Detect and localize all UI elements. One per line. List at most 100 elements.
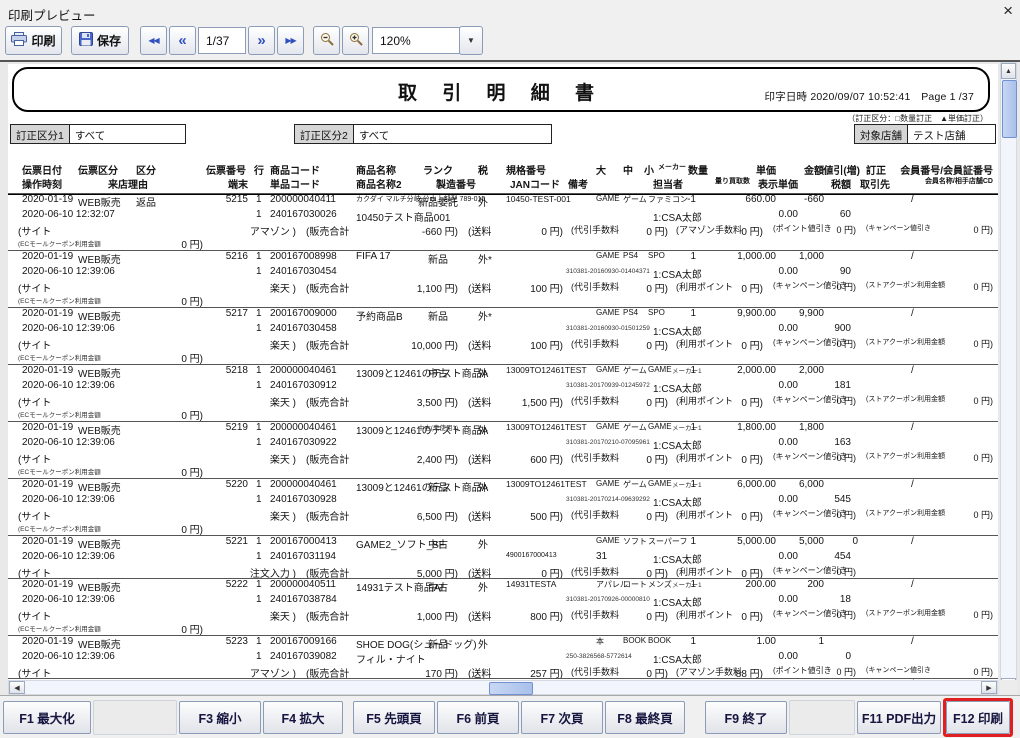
table-cell: メーカー1 <box>672 479 702 489</box>
correction-legend: （訂正区分：□数量訂正 ▲単価訂正） <box>847 113 988 124</box>
table-cell: 2020-06-10 12:39:06 <box>22 323 115 334</box>
table-cell: 0 円) <box>181 521 203 536</box>
print-button[interactable]: 印刷 <box>5 26 62 55</box>
table-cell: 1 <box>690 251 696 262</box>
table-cell: (ストアクーポン利用金額 <box>866 451 945 461</box>
table-cell: 163 <box>834 437 851 448</box>
horizontal-scrollbar[interactable]: ◀ ▶ <box>8 680 998 695</box>
table-cell: フィル・ナイト <box>356 651 426 666</box>
table-cell: 900 <box>834 323 851 334</box>
vertical-scrollbar[interactable]: ▲ ▼ <box>1000 62 1017 695</box>
table-cell: ファミコン <box>648 194 688 205</box>
f1-maximize-button[interactable]: F1 最大化 <box>3 701 91 734</box>
table-cell: 0 円) <box>646 280 668 295</box>
horizontal-scrollbar-thumb[interactable] <box>489 682 533 695</box>
last-page-icon: ▶▶ <box>285 36 295 45</box>
table-cell: 1 <box>256 437 262 448</box>
table-cell: 1 <box>256 536 262 547</box>
f9-exit-button[interactable]: F9 終了 <box>705 701 787 734</box>
table-cell: 1:CSA太郎 <box>653 494 702 509</box>
prev-page-button[interactable]: « <box>169 26 196 55</box>
table-cell: 新品 <box>406 251 470 266</box>
close-icon[interactable]: × <box>1003 1 1013 21</box>
table-cell: 0 円) <box>741 608 763 623</box>
table-cell: 1,100 円) <box>417 280 458 295</box>
table-cell: 2020-01-19 <box>22 251 73 262</box>
table-cell: 0 円) <box>973 280 993 293</box>
table-cell: アマゾン ) <box>250 223 296 238</box>
table-cell: 5217 <box>226 308 248 319</box>
table-cell: メンズ <box>648 579 672 590</box>
f4-zoom-in-button[interactable]: F4 拡大 <box>263 701 343 734</box>
f11-pdf-output-button[interactable]: F11 PDF出力 <box>857 701 941 734</box>
scroll-left-arrow-icon[interactable]: ◀ <box>9 681 25 694</box>
transaction-group: 2020-01-19WEB販売5218120000004046113009と12… <box>8 364 998 421</box>
save-button[interactable]: 保存 <box>71 26 129 55</box>
f6-prev-page-button[interactable]: F6 前頁 <box>437 701 519 734</box>
table-cell: PS4 <box>623 308 638 317</box>
table-cell: 1:CSA太郎 <box>653 380 702 395</box>
chevron-down-icon: ▼ <box>467 36 475 45</box>
column-header: 商品名称 <box>356 162 396 177</box>
table-cell: BOOK <box>648 636 671 645</box>
table-cell: -660 円) <box>422 223 458 238</box>
column-header: 端末 <box>228 176 248 191</box>
next-page-button[interactable]: » <box>248 26 275 55</box>
f7-next-page-button[interactable]: F7 次頁 <box>521 701 603 734</box>
zoom-out-button[interactable] <box>313 26 340 55</box>
table-cell: 200000040461 <box>270 422 337 433</box>
table-cell: 外* <box>478 308 492 323</box>
f3-zoom-out-button[interactable]: F3 縮小 <box>179 701 261 734</box>
table-cell: 0 円) <box>181 293 203 308</box>
table-cell: 新品委託 <box>406 194 470 209</box>
vertical-scrollbar-thumb[interactable] <box>1002 80 1017 138</box>
filter-label: 訂正区分1 <box>11 125 70 143</box>
table-cell: (ポイント値引き <box>773 223 832 234</box>
table-cell: (ECモールクーポン利用金額 <box>18 466 101 476</box>
table-cell: / <box>911 308 914 319</box>
column-header: 担当者 <box>653 176 683 191</box>
table-cell: 1 <box>690 536 696 547</box>
column-header: 行 <box>254 162 264 177</box>
table-cell: 2020-01-19 <box>22 422 73 433</box>
scroll-up-arrow-icon[interactable]: ▲ <box>1001 63 1016 79</box>
zoom-in-button[interactable] <box>342 26 369 55</box>
table-cell: 楽天 ) <box>270 508 296 523</box>
last-page-button[interactable]: ▶▶ <box>277 26 304 55</box>
scroll-right-arrow-icon[interactable]: ▶ <box>981 681 997 694</box>
table-cell: (利用ポイント <box>676 394 733 407</box>
table-cell: 0 円) <box>646 394 668 409</box>
table-cell: 310381-20160930-01501259 <box>566 325 650 332</box>
f8-last-page-button[interactable]: F8 最終頁 <box>605 701 685 734</box>
table-cell: 240167030026 <box>270 209 337 220</box>
column-header: 規格番号 <box>506 162 546 177</box>
table-cell: 新品 <box>406 308 470 323</box>
column-header: JANコード <box>510 176 560 191</box>
table-cell: 0 円) <box>741 337 763 352</box>
table-cell: (ECモールクーポン利用金額 <box>18 623 101 633</box>
transaction-group: 2020-01-19WEB販売返品52151200000040411カクダイ マ… <box>8 193 998 250</box>
zoom-level-field[interactable]: 120% <box>372 27 460 54</box>
zoom-dropdown-button[interactable]: ▼ <box>459 26 483 55</box>
table-cell: 0 円) <box>836 394 856 407</box>
table-cell: / <box>911 422 914 433</box>
table-cell: 310381-20170939-01245972 <box>566 382 650 389</box>
table-cell: GAME <box>596 479 620 488</box>
table-cell: 1 <box>256 579 262 590</box>
page-indicator-field[interactable]: 1/37 <box>198 27 246 54</box>
magnifier-plus-icon <box>349 32 363 49</box>
column-header: 税額 <box>831 176 851 191</box>
f5-first-page-button[interactable]: F5 先頭頁 <box>353 701 435 734</box>
table-cell: 2020-01-19 <box>22 636 73 647</box>
table-cell: ゲーム <box>623 422 647 433</box>
first-page-button[interactable]: ◀◀ <box>140 26 167 55</box>
table-cell: 200167009166 <box>270 636 337 647</box>
table-cell: 200000040461 <box>270 479 337 490</box>
table-cell: / <box>911 251 914 262</box>
table-cell: 1 <box>256 308 262 319</box>
table-cell: 1 <box>256 651 262 662</box>
table-cell: (サイト <box>18 608 51 623</box>
column-header: 大 <box>596 162 606 177</box>
f12-print-button[interactable]: F12 印刷 <box>946 701 1010 734</box>
table-cell: (送料 <box>468 337 491 352</box>
